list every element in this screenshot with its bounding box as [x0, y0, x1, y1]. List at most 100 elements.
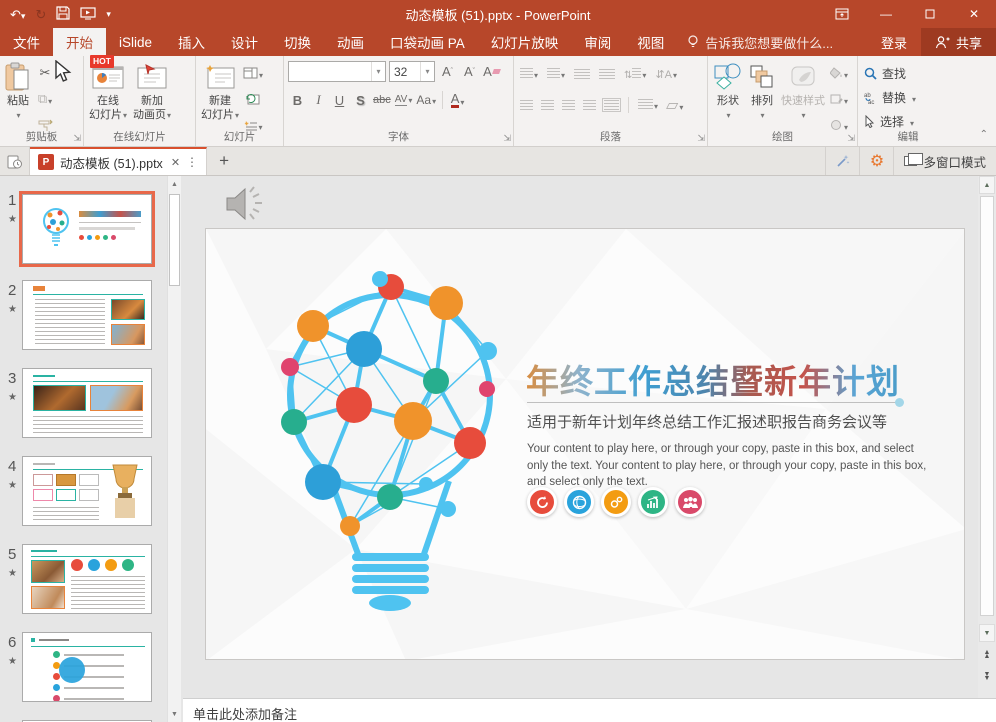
slide-thumbnail-4[interactable]: [22, 456, 152, 526]
font-dialog-launcher[interactable]: ⇲: [503, 133, 511, 144]
bullets-icon[interactable]: [520, 65, 538, 83]
new-tab-button[interactable]: +: [207, 147, 241, 175]
scroll-down-icon[interactable]: ▼: [979, 624, 995, 642]
previous-slide-button[interactable]: ▲▲: [979, 646, 995, 664]
customize-qat-icon[interactable]: ▾: [106, 10, 111, 19]
new-animation-page-button[interactable]: 新加 动画页: [130, 59, 174, 125]
tab-pocket-animation[interactable]: 口袋动画 PA: [377, 28, 478, 56]
slide-body-text[interactable]: Your content to play here, or through yo…: [527, 441, 937, 491]
tab-slideshow[interactable]: 幻灯片放映: [478, 28, 572, 56]
notes-placeholder[interactable]: 单击此处添加备注: [183, 699, 996, 722]
multi-window-mode-button[interactable]: 多窗口模式: [893, 147, 996, 175]
new-slide-button[interactable]: 新建 幻灯片: [198, 59, 242, 125]
reset-icon[interactable]: [242, 89, 264, 109]
drawing-dialog-launcher[interactable]: ⇲: [847, 133, 855, 144]
close-button[interactable]: ✕: [952, 0, 996, 28]
audio-speaker-icon[interactable]: [223, 184, 269, 224]
font-name-combo[interactable]: ▾: [288, 61, 386, 82]
document-tab-active[interactable]: P 动态模板 (51).pptx ✕ ⋮: [30, 147, 207, 175]
slide-thumbnail-3[interactable]: [22, 368, 152, 438]
ribbon-display-options-icon[interactable]: [820, 0, 864, 28]
numbering-icon[interactable]: [547, 65, 565, 83]
collapse-ribbon-icon[interactable]: ⌃: [980, 129, 988, 140]
slide-thumbnail-6[interactable]: [22, 632, 152, 702]
shape-outline-icon[interactable]: [828, 89, 850, 109]
justify-icon[interactable]: [583, 100, 596, 110]
scrollbar-thumb[interactable]: [980, 196, 994, 616]
undo-icon[interactable]: ↶▾: [10, 8, 25, 21]
redo-icon[interactable]: ↻: [35, 8, 46, 21]
find-button[interactable]: 查找: [864, 65, 916, 82]
scroll-up-icon[interactable]: ▲: [979, 176, 995, 194]
select-button[interactable]: 选择: [864, 113, 916, 130]
grow-font-icon[interactable]: Aˆ: [438, 62, 457, 82]
tab-kebab-icon[interactable]: ⋮: [186, 155, 198, 169]
scroll-down-icon[interactable]: ▼: [168, 706, 181, 722]
underline-button[interactable]: U: [330, 90, 349, 110]
increase-indent-icon[interactable]: [599, 69, 615, 79]
paste-button[interactable]: 粘贴: [2, 59, 34, 125]
tab-review[interactable]: 审阅: [571, 28, 624, 56]
clipboard-dialog-launcher[interactable]: ⇲: [73, 133, 81, 144]
tab-view[interactable]: 视图: [624, 28, 677, 56]
tab-home[interactable]: 开始: [53, 28, 106, 56]
settings-gear-icon[interactable]: ⚙: [859, 147, 893, 175]
slide-thumbnail-2[interactable]: [22, 280, 152, 350]
distribute-icon[interactable]: [604, 100, 619, 110]
tab-close-icon[interactable]: ✕: [171, 156, 180, 169]
recent-files-icon[interactable]: [0, 147, 30, 175]
online-slide-button[interactable]: HOT 在线 幻灯片: [86, 59, 130, 125]
notes-pane[interactable]: 单击此处添加备注: [183, 698, 996, 722]
text-shadow-button[interactable]: S: [351, 90, 370, 110]
italic-button[interactable]: I: [309, 90, 328, 110]
scroll-up-icon[interactable]: ▲: [168, 176, 181, 192]
tab-animations[interactable]: 动画: [324, 28, 377, 56]
tab-file[interactable]: 文件: [0, 28, 53, 56]
slide-subtitle[interactable]: 适用于新年计划年终总结工作汇报述职报告商务会议等: [527, 411, 887, 432]
cut-icon[interactable]: ✂: [34, 63, 56, 83]
replace-button[interactable]: abac 替换: [864, 89, 916, 106]
align-left-icon[interactable]: [520, 100, 533, 110]
line-spacing-icon[interactable]: ⇅: [624, 68, 646, 81]
tab-insert[interactable]: 插入: [165, 28, 218, 56]
tell-me-box[interactable]: 告诉我您想要做什么...: [677, 28, 843, 56]
slide-thumbnail-1[interactable]: [22, 194, 152, 264]
tab-design[interactable]: 设计: [218, 28, 271, 56]
font-size-combo[interactable]: 32▾: [389, 61, 435, 82]
paste-dropdown[interactable]: [15, 109, 20, 123]
tab-transitions[interactable]: 切换: [271, 28, 324, 56]
minimize-button[interactable]: —: [864, 0, 908, 28]
convert-smartart-icon[interactable]: ▱: [666, 95, 683, 115]
clear-formatting-icon[interactable]: A: [482, 62, 501, 82]
thumbnail-scrollbar[interactable]: ▲ ▼: [167, 176, 181, 722]
scrollbar-thumb[interactable]: [169, 194, 180, 286]
paragraph-dialog-launcher[interactable]: ⇲: [697, 133, 705, 144]
layout-icon[interactable]: [242, 63, 264, 83]
magic-wand-icon[interactable]: [825, 147, 859, 175]
arrange-button[interactable]: 排列: [746, 59, 778, 125]
shapes-button[interactable]: 形状: [710, 59, 746, 125]
shape-fill-icon[interactable]: [828, 63, 850, 83]
slide-thumbnail-5[interactable]: [22, 544, 152, 614]
main-scrollbar[interactable]: ▲ ▼ ▲▲ ▼▼: [978, 176, 996, 698]
next-slide-button[interactable]: ▼▼: [979, 668, 995, 686]
align-right-icon[interactable]: [562, 100, 575, 110]
decrease-indent-icon[interactable]: [574, 69, 590, 79]
copy-icon[interactable]: ⧉: [34, 89, 56, 109]
strikethrough-button[interactable]: abc: [372, 90, 392, 110]
columns-icon[interactable]: [638, 96, 658, 114]
maximize-button[interactable]: [908, 0, 952, 28]
font-color-button[interactable]: A: [448, 90, 467, 110]
slide-canvas[interactable]: 年终工作总结暨新年计划 适用于新年计划年终总结工作汇报述职报告商务会议等 You…: [205, 228, 965, 660]
sign-in-button[interactable]: 登录: [867, 28, 921, 56]
slide-title[interactable]: 年终工作总结暨新年计划: [526, 355, 900, 403]
text-direction-icon[interactable]: ⇵A: [655, 68, 677, 81]
share-button[interactable]: 共享: [921, 28, 996, 56]
save-icon[interactable]: [56, 6, 70, 22]
tab-islide[interactable]: iSlide: [106, 28, 165, 56]
quick-styles-button[interactable]: 快速样式: [778, 59, 828, 125]
character-spacing-button[interactable]: AV: [394, 90, 414, 110]
bold-button[interactable]: B: [288, 90, 307, 110]
align-center-icon[interactable]: [541, 100, 554, 110]
start-slideshow-icon[interactable]: [80, 7, 96, 22]
